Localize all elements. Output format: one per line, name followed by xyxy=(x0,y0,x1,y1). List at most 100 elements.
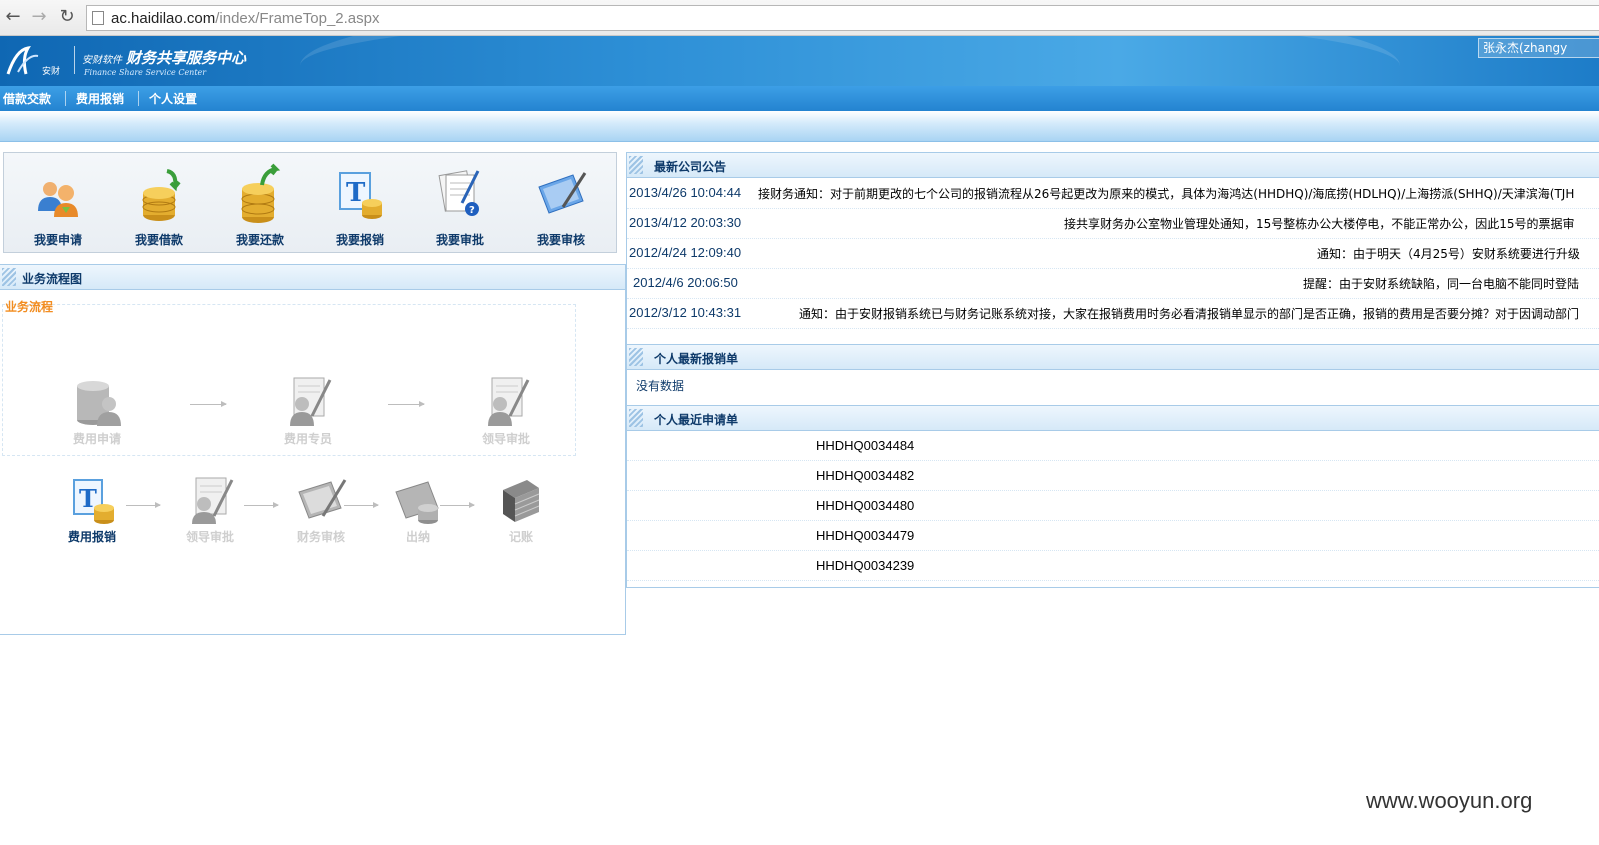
notice-row[interactable]: 2012/3/12 10:43:31 通知：由于安财报销系统已与财务记账系统对接… xyxy=(627,299,1599,329)
application-row[interactable]: HHDHQ0034484 xyxy=(627,431,1599,461)
menu-separator xyxy=(138,91,139,106)
svg-text:?: ? xyxy=(469,205,475,216)
watermark-text: www.wooyun.org xyxy=(1366,788,1533,813)
application-row[interactable]: HHDHQ0034482 xyxy=(627,461,1599,491)
sub-menu-bar xyxy=(0,111,1599,142)
flow-label: 领导审批 xyxy=(481,432,530,446)
quick-action-apply[interactable]: 我要申请 xyxy=(18,161,98,247)
quick-action-label: 我要还款 xyxy=(235,233,284,247)
flow-label: 费用报销 xyxy=(67,530,116,544)
approver-icon xyxy=(290,377,332,426)
application-row[interactable]: HHDHQ0034479 xyxy=(627,521,1599,551)
flow-subtitle: 业务流程 xyxy=(5,300,54,314)
application-code[interactable]: HHDHQ0034239 xyxy=(816,558,914,573)
notice-date: 2013/4/26 10:04:44 xyxy=(629,185,742,200)
address-bar[interactable]: ac.haidilao.com/index/FrameTop_2.aspx xyxy=(86,5,1599,31)
approver-icon xyxy=(488,377,530,426)
notices-header: 最新公司公告 xyxy=(627,152,1599,178)
quick-action-repay[interactable]: 我要还款 xyxy=(220,161,300,247)
quick-actions-panel: 我要申请 我要借款 我要还款 T 我要报销 ? 我要审批 我要审核 xyxy=(3,152,617,253)
coins-out-icon xyxy=(241,163,281,223)
personal-reimb-header: 个人最新报销单 xyxy=(627,344,1599,370)
notice-date: 2012/4/24 12:09:40 xyxy=(629,245,742,260)
flow-arrow xyxy=(190,401,227,407)
browser-toolbar: ← → ↻ ac.haidilao.com/index/FrameTop_2.a… xyxy=(0,0,1599,36)
quick-action-audit[interactable]: 我要审核 xyxy=(521,161,601,247)
section-title: 最新公司公告 xyxy=(654,160,727,174)
page-icon xyxy=(92,11,104,25)
notice-date: 2012/3/12 10:43:31 xyxy=(629,305,742,320)
url-text[interactable]: ac.haidilao.com/index/FrameTop_2.aspx xyxy=(111,10,380,27)
reload-icon[interactable]: ↻ xyxy=(56,6,78,28)
application-code[interactable]: HHDHQ0034484 xyxy=(816,438,914,453)
flow-arrow xyxy=(388,401,425,407)
notice-text[interactable]: 接共享财务办公室物业管理处通知，15号整栋办公大楼停电，不能正常办公，因此15号… xyxy=(1064,215,1575,232)
forward-arrow-icon[interactable]: → xyxy=(28,6,50,28)
section-title: 个人最新报销单 xyxy=(654,352,739,366)
notice-text[interactable]: 提醒：由于安财系统缺陷，同一台电脑不能同时登陆 xyxy=(1303,275,1579,292)
quick-action-label: 我要借款 xyxy=(134,233,183,247)
reimburse-icon: T xyxy=(339,172,382,219)
application-code[interactable]: HHDHQ0034479 xyxy=(816,528,914,543)
quick-action-approve[interactable]: ? 我要审批 xyxy=(420,161,500,247)
notice-text[interactable]: 通知：由于明天（4月25号）安财系统要进行升级 xyxy=(1317,245,1580,262)
back-arrow-icon[interactable]: ← xyxy=(2,6,24,28)
approver-icon xyxy=(192,477,234,524)
flow-label: 费用申请 xyxy=(72,432,121,446)
flow-node-cashier[interactable]: 出纳 xyxy=(378,474,458,545)
flow-label: 费用专员 xyxy=(283,432,332,446)
header-decoration xyxy=(300,36,1400,86)
quick-action-label: 我要审批 xyxy=(435,233,484,247)
notice-text[interactable]: 通知：由于安财报销系统已与财务记账系统对接，大家在报销费用时务必看清报销单显示的… xyxy=(799,305,1579,322)
flow-arrow xyxy=(126,502,161,508)
flow-node-bookkeeping[interactable]: 记账 xyxy=(481,474,561,545)
application-code[interactable]: HHDHQ0034482 xyxy=(816,468,914,483)
menu-item-settings[interactable]: 个人设置 xyxy=(149,90,197,107)
application-code[interactable]: HHDHQ0034480 xyxy=(816,498,914,513)
audit-icon xyxy=(298,479,347,519)
notice-date: 2012/4/6 20:06:50 xyxy=(633,275,738,290)
users-icon xyxy=(38,182,78,217)
flow-label: 出纳 xyxy=(405,530,430,544)
flow-node-specialist[interactable]: 费用专员 xyxy=(268,372,348,447)
user-chip[interactable]: 张永杰(zhangy xyxy=(1478,38,1599,58)
flow-node-expense-reimburse[interactable]: T 费用报销 xyxy=(52,474,132,545)
flow-node-expense-apply[interactable]: 费用申请 xyxy=(57,372,137,447)
menu-separator xyxy=(65,91,66,106)
section-stripe-icon xyxy=(629,348,643,366)
flow-node-leader-approve[interactable]: 领导审批 xyxy=(466,372,546,447)
flow-arrow xyxy=(344,502,379,508)
flow-arrow xyxy=(440,502,475,508)
brand-subtitle: Finance Share Service Center xyxy=(84,68,207,77)
coins-in-icon xyxy=(142,169,181,221)
ledger-icon xyxy=(503,480,540,522)
brand-logo-icon: 安财 xyxy=(6,45,60,77)
flow-node-finance-audit[interactable]: 财务审核 xyxy=(281,474,361,545)
notice-row[interactable]: 2012/4/24 12:09:40 通知：由于明天（4月25号）安财系统要进行… xyxy=(627,239,1599,269)
menu-item-loan[interactable]: 借款交款 xyxy=(3,90,51,107)
flow-label: 领导审批 xyxy=(185,530,234,544)
personal-apps-header: 个人最近申请单 xyxy=(627,405,1599,431)
quick-action-loan[interactable]: 我要借款 xyxy=(119,161,199,247)
quick-action-label: 我要申请 xyxy=(33,233,82,247)
quick-action-reimburse[interactable]: T 我要报销 xyxy=(320,161,400,247)
main-menu: 借款交款 费用报销 个人设置 xyxy=(0,86,1599,111)
section-stripe-icon xyxy=(629,156,643,174)
notice-row[interactable]: 2013/4/12 20:03:30 接共享财务办公室物业管理处通知，15号整栋… xyxy=(627,209,1599,239)
application-row[interactable]: HHDHQ0034480 xyxy=(627,491,1599,521)
flow-label: 财务审核 xyxy=(296,530,345,544)
flow-node-leader-approve-2[interactable]: 领导审批 xyxy=(170,474,250,545)
svg-text:安财: 安财 xyxy=(42,65,60,77)
brand-title: 安财软件 财务共享服务中心 xyxy=(82,49,247,67)
app-header: 安财 安财软件 财务共享服务中心 Finance Share Service Ce… xyxy=(0,36,1599,86)
section-stripe-icon xyxy=(629,409,643,427)
application-row[interactable]: HHDHQ0034239 xyxy=(627,551,1599,581)
notice-date: 2013/4/12 20:03:30 xyxy=(629,215,742,230)
notice-text[interactable]: 接财务通知：对于前期更改的七个公司的报销流程从26号起更改为原来的模式，具体为海… xyxy=(758,185,1574,202)
approve-icon: ? xyxy=(438,170,480,216)
notice-row[interactable]: 2012/4/6 20:06:50 提醒：由于安财系统缺陷，同一台电脑不能同时登… xyxy=(627,269,1599,299)
notice-row[interactable]: 2013/4/26 10:04:44 接财务通知：对于前期更改的七个公司的报销流… xyxy=(627,179,1599,209)
section-title: 个人最近申请单 xyxy=(654,413,739,427)
menu-item-expense[interactable]: 费用报销 xyxy=(76,90,124,107)
logo-divider xyxy=(74,46,75,74)
